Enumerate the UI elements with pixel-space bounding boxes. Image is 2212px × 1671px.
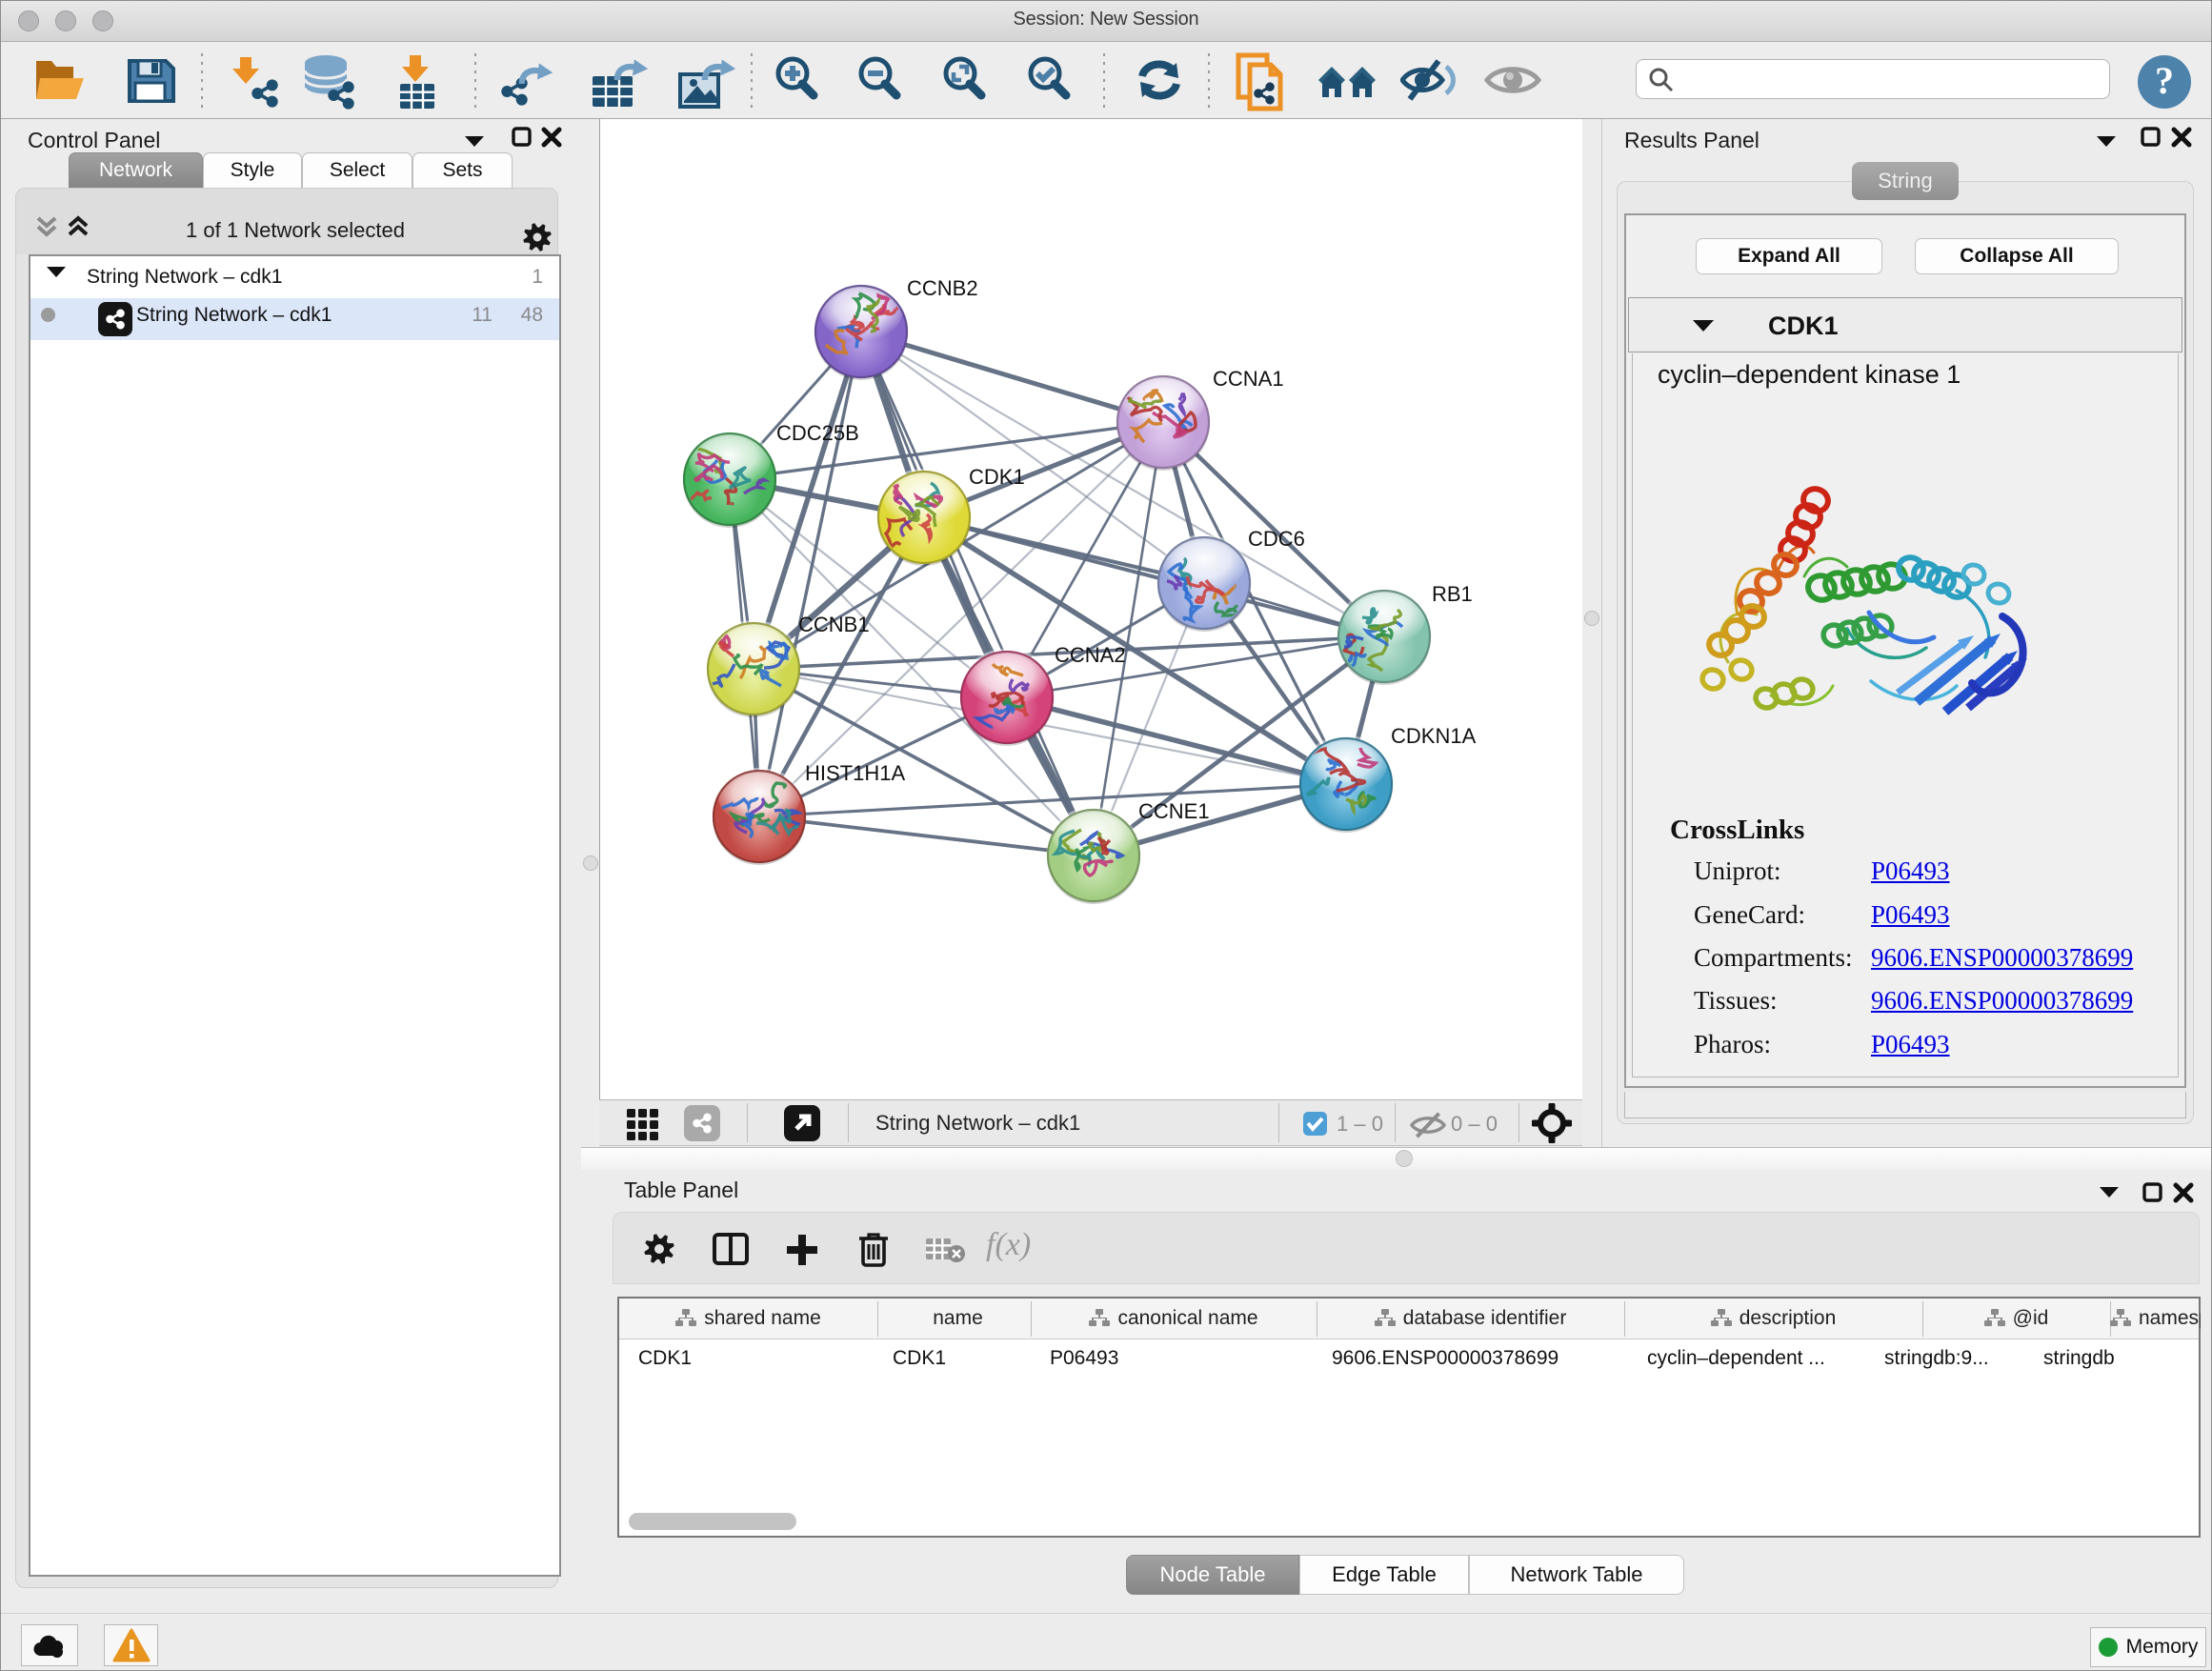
svg-text:CCNE1: CCNE1 xyxy=(1138,799,1210,823)
svg-text:HIST1H1A: HIST1H1A xyxy=(805,761,905,785)
svg-text:CCNB1: CCNB1 xyxy=(798,613,870,636)
svg-text:CCNA2: CCNA2 xyxy=(1055,643,1126,667)
svg-text:CCNA1: CCNA1 xyxy=(1213,367,1284,391)
svg-text:CDKN1A: CDKN1A xyxy=(1391,724,1477,748)
svg-text:CCNB2: CCNB2 xyxy=(907,276,978,300)
svg-text:CDK1: CDK1 xyxy=(969,465,1025,489)
svg-text:CDC25B: CDC25B xyxy=(776,421,859,445)
svg-text:RB1: RB1 xyxy=(1432,582,1473,606)
svg-text:CDC6: CDC6 xyxy=(1248,527,1305,551)
